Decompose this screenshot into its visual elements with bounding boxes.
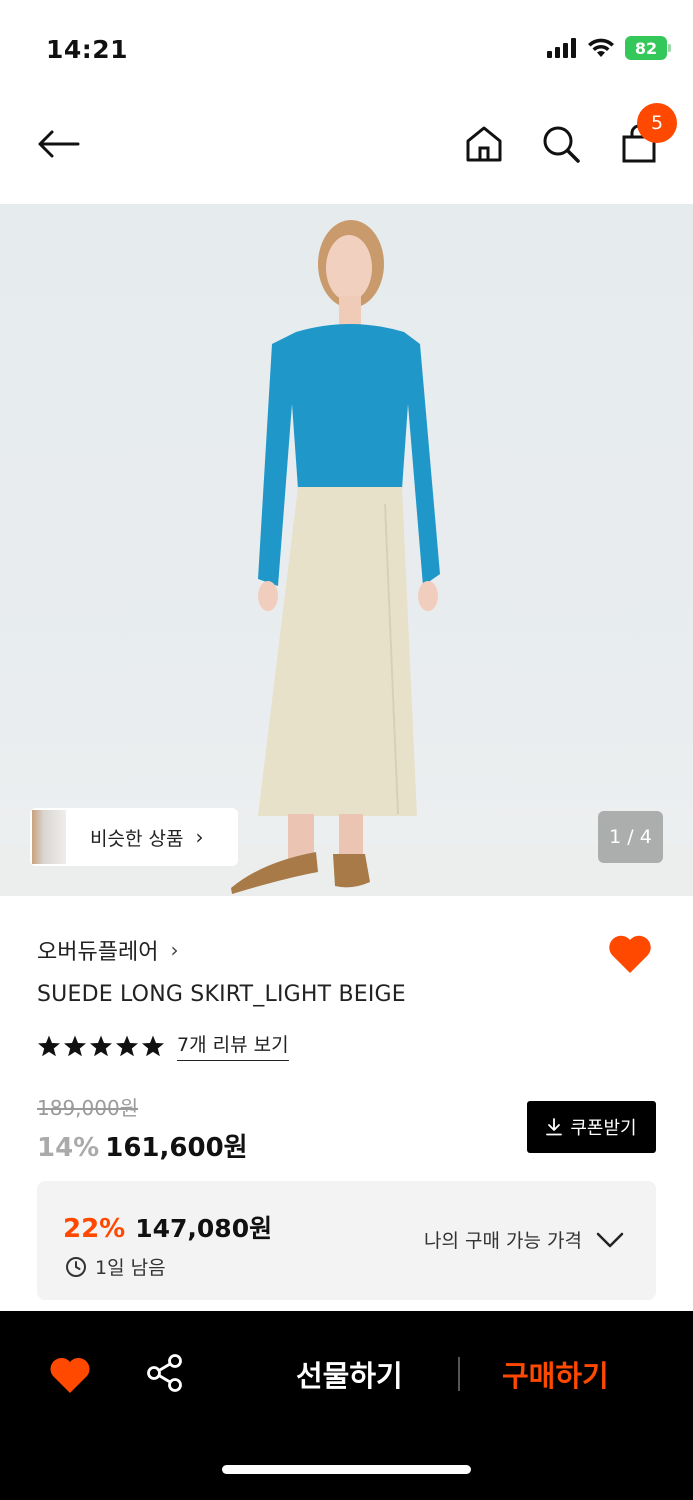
home-icon xyxy=(466,126,502,162)
battery-icon: 82 xyxy=(625,36,671,60)
top-nav xyxy=(0,92,693,204)
product-photo xyxy=(0,220,693,896)
original-price: 189,000원 xyxy=(37,1096,139,1120)
star-icon xyxy=(64,1035,86,1056)
brand-link[interactable]: 오버듀플레어 › xyxy=(37,934,178,966)
star-icon xyxy=(142,1035,164,1056)
wifi-icon xyxy=(588,38,614,57)
rating-stars xyxy=(37,1034,165,1058)
best-price-row: 22% 147,080원 xyxy=(63,1209,272,1245)
coupon-label: 쿠폰받기 xyxy=(570,1118,637,1139)
clock-icon xyxy=(66,1256,86,1277)
search-button[interactable] xyxy=(539,122,583,166)
image-page-counter: 1 / 4 xyxy=(598,811,663,863)
star-icon xyxy=(90,1035,112,1056)
similar-thumbnail xyxy=(32,810,68,864)
review-link[interactable]: 7개 리뷰 보기 xyxy=(177,1030,289,1061)
time-left-row: 1일 남음 xyxy=(65,1253,166,1280)
my-price-toggle[interactable]: 나의 구매 가능 가격 xyxy=(424,1226,624,1253)
status-indicators: 82 xyxy=(547,36,671,60)
wishlist-heart-icon[interactable] xyxy=(606,930,654,978)
battery-level: 82 xyxy=(634,38,658,58)
home-indicator xyxy=(222,1465,471,1474)
status-time: 14:21 xyxy=(46,35,129,64)
cart-count-badge: 5 xyxy=(637,103,677,143)
price-row: 14% 161,600원 xyxy=(37,1127,248,1164)
product-name: SUEDE LONG SKIRT_LIGHT BEIGE xyxy=(37,982,406,1007)
star-icon xyxy=(116,1035,138,1056)
best-discount-rate: 22% xyxy=(63,1214,126,1244)
rating-row: 7개 리뷰 보기 xyxy=(37,1030,289,1061)
chevron-right-icon: › xyxy=(170,938,179,962)
my-price-label: 나의 구매 가능 가격 xyxy=(424,1230,582,1252)
time-left-text: 1일 남음 xyxy=(95,1257,166,1279)
best-price: 147,080원 xyxy=(135,1214,273,1243)
coupon-download-button[interactable]: 쿠폰받기 xyxy=(527,1101,656,1153)
chevron-down-icon xyxy=(596,1232,624,1247)
home-button[interactable] xyxy=(462,122,506,166)
divider xyxy=(458,1357,460,1391)
similar-products-label: 비슷한 상품 xyxy=(90,827,184,850)
sale-price: 161,600원 xyxy=(105,1133,248,1163)
discount-rate: 14% xyxy=(37,1133,100,1163)
best-price-box[interactable]: 22% 147,080원 1일 남음 나의 구매 가능 가격 xyxy=(37,1181,656,1300)
heart-icon[interactable] xyxy=(48,1353,92,1397)
search-icon xyxy=(543,126,580,163)
star-icon xyxy=(38,1035,60,1056)
back-arrow-icon xyxy=(38,130,80,158)
bottom-action-bar: 선물하기 구매하기 xyxy=(0,1311,693,1500)
share-icon[interactable] xyxy=(145,1353,185,1393)
download-icon xyxy=(546,1118,563,1136)
signal-icon xyxy=(547,38,576,58)
brand-name: 오버듀플레어 xyxy=(37,940,159,965)
product-image-carousel[interactable]: 비슷한 상품 › 1 / 4 xyxy=(0,204,693,896)
status-bar: 14:21 82 xyxy=(0,0,693,92)
chevron-right-icon: › xyxy=(195,825,204,849)
buy-button[interactable]: 구매하기 xyxy=(502,1353,609,1395)
back-button[interactable] xyxy=(36,122,80,166)
similar-products-button[interactable]: 비슷한 상품 › xyxy=(30,808,238,866)
gift-button[interactable]: 선물하기 xyxy=(296,1353,403,1395)
